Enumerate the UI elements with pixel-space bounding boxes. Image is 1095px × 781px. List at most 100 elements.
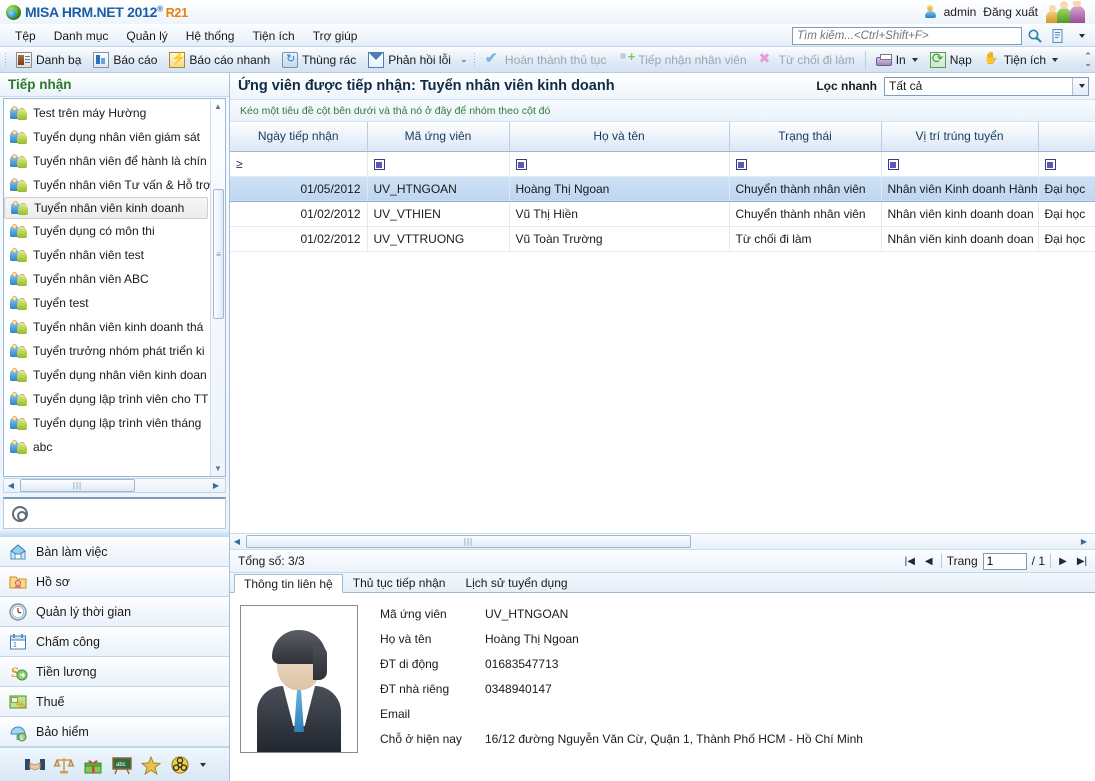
scales-icon[interactable] (53, 755, 75, 775)
grid-col-ho-va-ten[interactable]: Họ và tên (509, 122, 730, 152)
grid-hscroll-right-icon[interactable]: ▶ (1077, 537, 1091, 546)
advanced-search-icon[interactable] (1048, 26, 1068, 45)
toolbar-nap-button[interactable]: Nạp (924, 49, 978, 71)
sidebar-item-2[interactable]: Tuyển nhân viên để hành là chín (4, 149, 210, 173)
grid-filter-cell-position[interactable] (881, 151, 1039, 177)
sidebar-item-14[interactable]: abc (4, 435, 210, 459)
toolbar-in-button[interactable]: In (870, 49, 924, 71)
grid-filter-cell-code[interactable] (367, 151, 510, 177)
grid-filter-cell-status[interactable] (729, 151, 882, 177)
logout-link[interactable]: Đăng xuất (983, 5, 1038, 19)
grid-filter-cell-name[interactable] (509, 151, 730, 177)
menu-item-quan-ly[interactable]: Quản lý (117, 26, 176, 46)
star-icon[interactable] (140, 755, 162, 775)
menu-item-danh-muc[interactable]: Danh mục (45, 26, 118, 46)
quick-filter-chevron-down-icon[interactable] (1072, 77, 1088, 95)
hscroll-right-icon[interactable]: ▶ (209, 481, 223, 490)
table-row[interactable]: 01/02/2012 UV_VTHIEN Vũ Thị Hiền Chuyển … (230, 201, 1095, 227)
grid-hscroll-thumb[interactable]: ||| (246, 535, 691, 548)
toolbar-overflow-2-icon[interactable]: ⌃ ⌄ (1081, 48, 1095, 72)
grid-col-ngay-tiep-nhan[interactable]: Ngày tiếp nhận (230, 122, 368, 152)
toolbar-danh-ba-button[interactable]: Danh bạ (10, 49, 87, 71)
scroll-thumb[interactable]: ≡ (213, 189, 224, 319)
handshake-icon[interactable] (24, 755, 46, 775)
pager-first-icon[interactable]: |◀ (903, 556, 917, 567)
sidebar-item-6[interactable]: Tuyển nhân viên test (4, 243, 210, 267)
tien-ich-chevron-down-icon[interactable] (1052, 57, 1058, 62)
filter-box-icon[interactable] (887, 159, 899, 170)
grid-hscroll-left-icon[interactable]: ◀ (230, 537, 244, 546)
sidebar-item-10[interactable]: Tuyển trưởng nhóm phát triển ki (4, 339, 210, 363)
menu-item-he-thong[interactable]: Hệ thống (177, 26, 244, 46)
table-row[interactable]: 01/02/2012 UV_VTTRUONG Vũ Toàn Trường Từ… (230, 226, 1095, 252)
sidebar-item-8[interactable]: Tuyển test (4, 291, 210, 315)
greater-equal-icon[interactable]: ≥ (236, 157, 243, 171)
pager-page-input[interactable] (982, 552, 1027, 570)
menu-item-tro-giup[interactable]: Trợ giúp (304, 26, 367, 46)
scroll-down-icon[interactable]: ▼ (211, 461, 226, 476)
sidebar-nav-ban-lam-viec[interactable]: Bàn làm việc (0, 537, 229, 567)
hscroll-thumb[interactable]: ||| (20, 479, 135, 492)
grid-col-trang-thai[interactable]: Trạng thái (729, 122, 882, 152)
grid-filter-cell-extra[interactable] (1038, 151, 1095, 177)
search-options-chevron-down-icon[interactable] (1071, 26, 1091, 45)
toolbar-thung-rac-button[interactable]: Thùng rác (276, 49, 362, 71)
sidebar-item-1[interactable]: Tuyển dụng nhân viên giám sát (4, 125, 210, 149)
grid-horizontal-scrollbar[interactable]: ◀ ||| ▶ (230, 533, 1095, 549)
sidebar-item-13[interactable]: Tuyển dụng lập trình viên tháng (4, 411, 210, 435)
group-panel-hint[interactable]: Kéo một tiêu đề cột bên dưới và thả nó ở… (230, 100, 1095, 122)
gift-icon[interactable] (82, 755, 104, 775)
pager-last-icon[interactable]: ▶| (1075, 556, 1089, 567)
search-go-icon[interactable] (1025, 26, 1045, 45)
current-user-label[interactable]: admin (944, 5, 977, 19)
toolbar-tu-choi-di-lam-button[interactable]: Từ chối đi làm (753, 49, 861, 71)
biohazard-icon[interactable] (169, 755, 191, 775)
filter-box-icon[interactable] (1044, 159, 1056, 170)
sidebar-item-7[interactable]: Tuyển nhân viên ABC (4, 267, 210, 291)
sidebar-item-11[interactable]: Tuyển dụng nhân viên kinh doan (4, 363, 210, 387)
toolbar-tiep-nhan-nhan-vien-button[interactable]: Tiếp nhận nhân viên (612, 49, 752, 71)
toolbar-bao-cao-button[interactable]: Báo cáo (87, 49, 163, 71)
pager-prev-icon[interactable]: ◀ (922, 556, 936, 567)
sidebar-nav-quan-ly-thoi-gian[interactable]: Quản lý thời gian (0, 597, 229, 627)
sidebar-nav-thue[interactable]: % Thuế (0, 687, 229, 717)
grid-filter-cell-date[interactable]: ≥ (230, 151, 368, 177)
sidebar-vertical-scrollbar[interactable]: ▲ ≡ ▼ (210, 99, 225, 476)
toolbar-overflow-1-icon[interactable]: ⌄ (457, 48, 471, 72)
grid-col-extra[interactable] (1038, 122, 1095, 152)
scroll-up-icon[interactable]: ▲ (211, 99, 226, 114)
sidebar-item-9[interactable]: Tuyển nhân viên kinh doanh thá (4, 315, 210, 339)
gear-icon[interactable] (12, 505, 28, 522)
filter-box-icon[interactable] (515, 159, 527, 170)
sidebar-nav-ho-so[interactable]: Hồ sơ (0, 567, 229, 597)
sidebar-nav-tien-luong[interactable]: S Tiền lương (0, 657, 229, 687)
sidebar-horizontal-scrollbar[interactable]: ◀ ||| ▶ (3, 478, 226, 493)
sidebar-item-3[interactable]: Tuyển nhân viên Tư vấn & Hỗ trợ (4, 173, 210, 197)
sidebar-nav-cham-cong[interactable]: 1 Chấm công (0, 627, 229, 657)
toolbar-phan-hoi-loi-button[interactable]: Phản hồi lỗi (362, 49, 457, 71)
search-input[interactable] (792, 26, 1022, 45)
toolbar-tien-ich-button[interactable]: Tiện ích (978, 49, 1064, 71)
toolbar-grip-1[interactable] (4, 51, 8, 68)
toolbar-grip-2[interactable] (472, 51, 477, 68)
grid-col-vi-tri-trung-tuyen[interactable]: Vị trí trúng tuyển (881, 122, 1039, 152)
sidebar-item-4-selected[interactable]: Tuyển nhân viên kinh doanh (4, 197, 208, 219)
sidebar-item-5[interactable]: Tuyển dụng có môn thi (4, 219, 210, 243)
sidebar-quick-icons-chevron-down-icon[interactable] (199, 762, 206, 767)
sidebar-item-12[interactable]: Tuyển dụng lập trình viên cho TT (4, 387, 210, 411)
in-chevron-down-icon[interactable] (911, 57, 918, 62)
toolbar-bao-cao-nhanh-button[interactable]: Báo cáo nhanh (163, 49, 276, 71)
toolbar-hoan-thanh-thu-tuc-button[interactable]: Hoàn thành thủ tục (479, 49, 612, 71)
quick-filter-select[interactable]: Tất cả (884, 76, 1089, 96)
filter-box-icon[interactable] (735, 159, 747, 170)
menu-item-tien-ich[interactable]: Tiện ích (243, 26, 303, 46)
filter-box-icon[interactable] (373, 159, 385, 170)
pager-next-icon[interactable]: ▶ (1056, 556, 1070, 567)
tab-thong-tin-lien-he[interactable]: Thông tin liên hệ (234, 574, 343, 593)
blackboard-icon[interactable]: abc (111, 755, 133, 775)
grid-col-ma-ung-vien[interactable]: Mã ứng viên (367, 122, 510, 152)
table-row[interactable]: 01/05/2012 UV_HTNGOAN Hoàng Thị Ngoan Ch… (230, 175, 1095, 202)
sidebar-nav-bao-hiem[interactable]: $ Bảo hiểm (0, 717, 229, 747)
hscroll-left-icon[interactable]: ◀ (4, 481, 18, 490)
menu-item-tep[interactable]: Tệp (6, 26, 45, 46)
